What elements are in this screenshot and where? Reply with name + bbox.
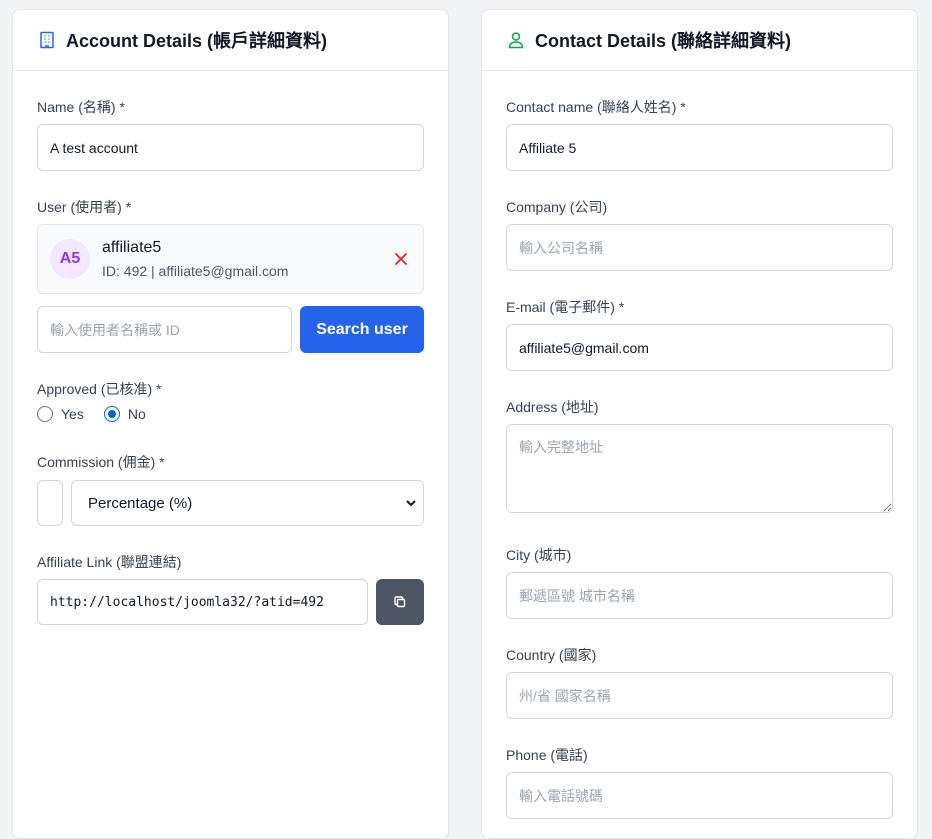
account-details-title: Account Details (帳戶詳細資料) xyxy=(66,31,328,51)
commission-type-value: Percentage (%) xyxy=(88,494,193,512)
contact-details-header: Contact Details (聯絡詳細資料) xyxy=(482,10,917,71)
approved-no-radio[interactable] xyxy=(103,406,120,422)
name-label: Name (名稱) * xyxy=(37,99,125,115)
copy-icon xyxy=(394,596,406,608)
email-label: E-mail (電子郵件) * xyxy=(506,299,625,315)
company-label: Company (公司) xyxy=(506,199,608,215)
selected-user-card: A5 affiliate5 ID: 492 | affiliate5@gmail… xyxy=(37,224,424,294)
contact-name-label: Contact name (聯絡人姓名) * xyxy=(506,99,686,115)
contact-name-input[interactable] xyxy=(506,124,893,171)
account-details-card: Account Details (帳戶詳細資料) Name (名稱) * Use… xyxy=(12,9,449,839)
commission-label: Commission (佣金) * xyxy=(37,454,165,470)
city-label: City (城市) xyxy=(506,547,572,563)
copy-link-button[interactable] xyxy=(376,579,424,625)
chevron-down-icon xyxy=(406,500,416,507)
search-user-button[interactable]: Search user xyxy=(300,306,424,353)
close-icon xyxy=(395,253,407,265)
approved-radio-group: Yes No xyxy=(37,406,146,422)
approved-label: Approved (已核准) * xyxy=(37,381,162,397)
user-label: User (使用者) * xyxy=(37,199,132,215)
email-input[interactable] xyxy=(506,324,893,371)
phone-label: Phone (電話) xyxy=(506,747,588,763)
country-input[interactable] xyxy=(506,672,893,719)
address-label: Address (地址) xyxy=(506,399,599,415)
user-name: affiliate5 xyxy=(102,239,162,256)
user-icon xyxy=(506,30,526,50)
name-input[interactable] xyxy=(37,124,424,171)
address-textarea[interactable] xyxy=(506,424,893,513)
contact-details-card: Contact Details (聯絡詳細資料) Contact name (聯… xyxy=(481,9,918,839)
city-input[interactable] xyxy=(506,572,893,619)
building-icon xyxy=(37,30,57,50)
contact-details-title: Contact Details (聯絡詳細資料) xyxy=(535,31,792,51)
commission-type-select[interactable]: Percentage (%) xyxy=(71,480,424,526)
commission-value-input[interactable] xyxy=(37,480,63,526)
remove-user-button[interactable] xyxy=(391,249,411,269)
country-label: Country (國家) xyxy=(506,647,597,663)
affiliate-link-field[interactable]: http://localhost/joomla32/?atid=492 xyxy=(37,579,368,625)
avatar: A5 xyxy=(50,239,90,279)
user-meta: ID: 492 | affiliate5@gmail.com xyxy=(102,263,289,279)
account-details-header: Account Details (帳戶詳細資料) xyxy=(13,10,448,71)
affiliate-link-label: Affiliate Link (聯盟連結) xyxy=(37,554,182,570)
phone-input[interactable] xyxy=(506,772,893,819)
company-input[interactable] xyxy=(506,224,893,271)
approved-yes-label: Yes xyxy=(61,406,84,422)
approved-yes-radio[interactable] xyxy=(37,406,53,422)
approved-no-label: No xyxy=(127,406,146,422)
user-search-input[interactable] xyxy=(37,306,292,353)
